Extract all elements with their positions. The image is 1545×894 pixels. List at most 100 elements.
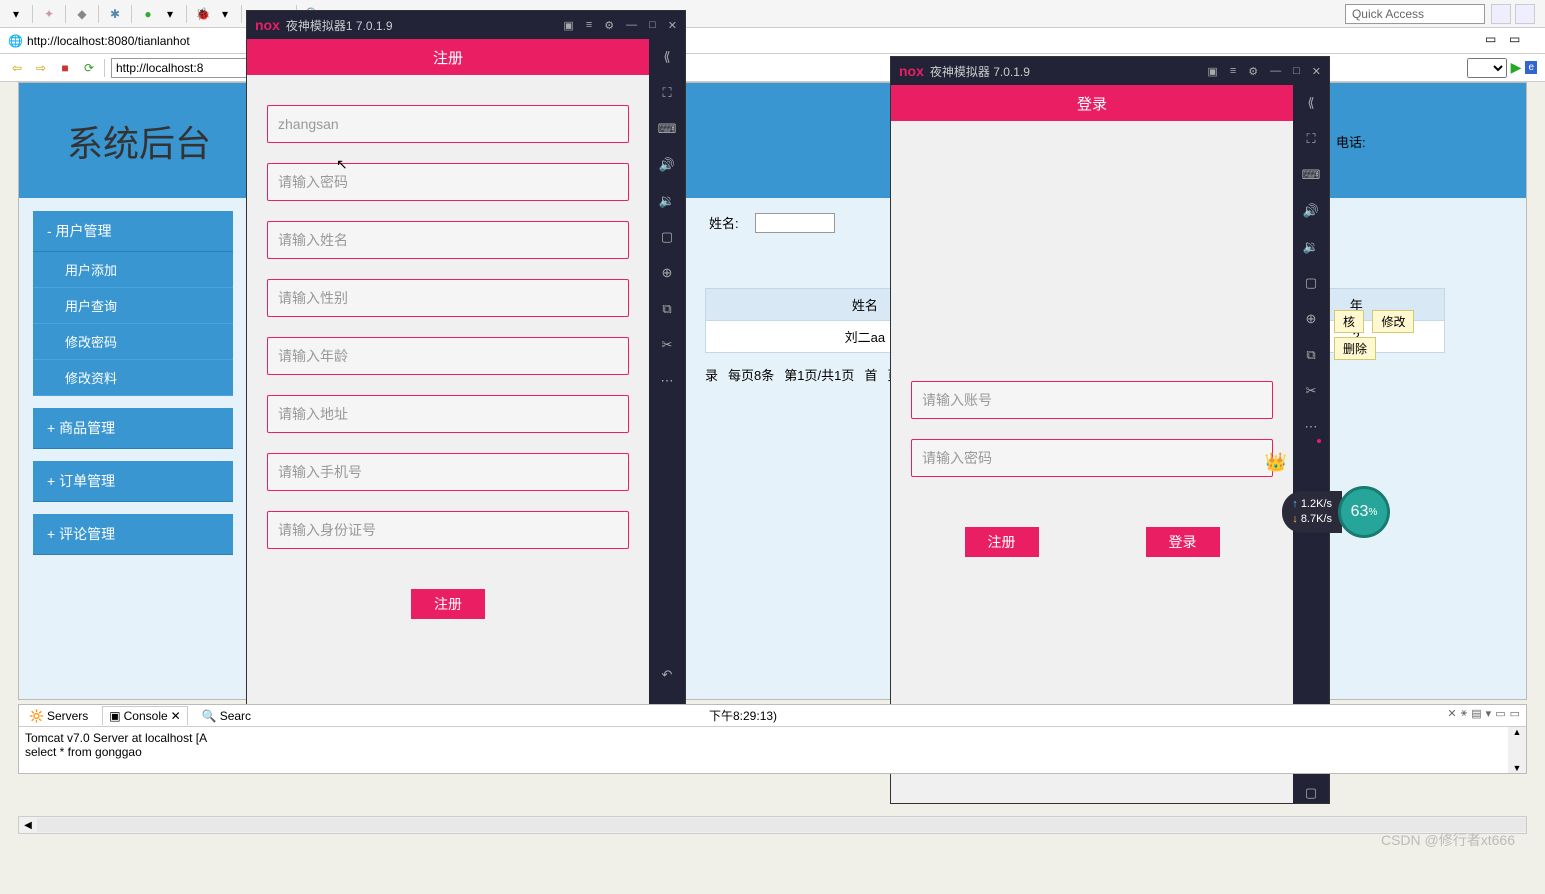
zoom-select[interactable]: [1467, 58, 1507, 78]
emu1-screen: 注册 注册: [247, 39, 649, 757]
more-icon[interactable]: ⋯: [1301, 417, 1321, 437]
console-min-icon[interactable]: ▭: [1495, 707, 1505, 720]
run-dropdown-icon[interactable]: ▾: [162, 6, 178, 22]
maximize-icon[interactable]: ▭: [1485, 32, 1503, 50]
debug-perspective-icon[interactable]: [1515, 4, 1535, 24]
save-icon[interactable]: ▾: [8, 6, 24, 22]
login-account-input[interactable]: [911, 381, 1273, 419]
sidebar-item-change-pwd[interactable]: 修改密码: [33, 324, 233, 360]
login-app-header: 登录: [891, 85, 1293, 121]
tablet-icon[interactable]: ▣: [563, 19, 573, 32]
multi-icon[interactable]: ⧉: [657, 299, 677, 319]
fullname-input[interactable]: [267, 221, 629, 259]
register-button[interactable]: 注册: [411, 589, 485, 619]
volume-up-icon[interactable]: 🔊: [657, 155, 677, 175]
go-icon[interactable]: ▶: [1511, 59, 1522, 76]
more-icon[interactable]: ⋯: [657, 371, 677, 391]
modify-button[interactable]: 修改: [1372, 310, 1414, 333]
audit-button[interactable]: 核: [1334, 310, 1364, 333]
keyboard-icon[interactable]: ⌨: [1301, 165, 1321, 185]
emu2-titlebar[interactable]: nox 夜神模拟器 7.0.1.9 ▣ ≡ ⚙ — □ ✕: [891, 57, 1329, 85]
sidebar-item-user-add[interactable]: 用户添加: [33, 252, 233, 288]
screenshot-icon[interactable]: ▢: [657, 227, 677, 247]
minimize-icon[interactable]: —: [1270, 65, 1281, 78]
wand-icon[interactable]: ✦: [41, 6, 57, 22]
scissors-icon[interactable]: ✂: [1301, 381, 1321, 401]
perspective-buttons[interactable]: [1491, 4, 1535, 24]
page-first[interactable]: 首: [864, 365, 877, 384]
login-password-input[interactable]: [911, 439, 1273, 477]
sidebar-item-comment-mgmt[interactable]: + 评论管理: [33, 514, 233, 555]
volume-down-icon[interactable]: 🔉: [1301, 237, 1321, 257]
debug-icon[interactable]: 🐞: [195, 6, 211, 22]
back-icon[interactable]: ↶: [657, 665, 677, 685]
password-input[interactable]: [267, 163, 629, 201]
age-input[interactable]: [267, 337, 629, 375]
phone-input[interactable]: [267, 453, 629, 491]
volume-down-icon[interactable]: 🔉: [657, 191, 677, 211]
star-icon[interactable]: ✱: [107, 6, 123, 22]
quick-access-input[interactable]: Quick Access: [1345, 4, 1485, 24]
console-scrollbar[interactable]: ▲▼: [1508, 727, 1526, 773]
menu-icon[interactable]: ≡: [1230, 65, 1236, 78]
sidebar-item-user-mgmt[interactable]: - 用户管理: [33, 211, 233, 252]
username-input[interactable]: [267, 105, 629, 143]
browser-tab[interactable]: 🌐 http://localhost:8080/tianlanhot: [0, 28, 1545, 54]
console-max-icon[interactable]: ▭: [1510, 707, 1520, 720]
fullscreen-icon[interactable]: ⛶: [657, 83, 677, 103]
add-icon[interactable]: ⊕: [1301, 309, 1321, 329]
sidebar-item-product-mgmt[interactable]: + 商品管理: [33, 408, 233, 449]
network-widget[interactable]: 1.2K/s 8.7K/s 63%: [1282, 486, 1390, 538]
console-pin-icon[interactable]: ⚹: [1461, 707, 1468, 720]
gear-icon[interactable]: ⚙: [1248, 65, 1258, 78]
scissors-icon[interactable]: ✂: [657, 335, 677, 355]
filter-name-input[interactable]: [755, 213, 835, 233]
minimize-icon[interactable]: —: [626, 19, 637, 32]
fullscreen-icon[interactable]: ⛶: [1301, 129, 1321, 149]
run-icon[interactable]: ●: [140, 6, 156, 22]
tab-servers[interactable]: 🔆 Servers: [23, 707, 94, 725]
debug-dropdown-icon[interactable]: ▾: [217, 6, 233, 22]
expand-icon[interactable]: ⟪: [1301, 93, 1321, 113]
recent-icon[interactable]: ▢: [1301, 783, 1321, 803]
console-dropdown-icon[interactable]: ▾: [1486, 707, 1492, 720]
forward-icon[interactable]: ⇨: [32, 59, 50, 77]
keyboard-icon[interactable]: ⌨: [657, 119, 677, 139]
screenshot-icon[interactable]: ▢: [1301, 273, 1321, 293]
expand-icon[interactable]: ⟪: [657, 47, 677, 67]
gender-input[interactable]: [267, 279, 629, 317]
gear-icon[interactable]: ⚙: [604, 19, 614, 32]
tablet-icon[interactable]: ▣: [1207, 65, 1217, 78]
minimize-icon[interactable]: ▭: [1509, 32, 1527, 50]
page-title: 系统后台: [67, 115, 211, 167]
add-icon[interactable]: ⊕: [657, 263, 677, 283]
maximize-icon[interactable]: □: [649, 19, 656, 32]
tab-search[interactable]: 🔍 Searc: [196, 707, 257, 725]
delete-button[interactable]: 删除: [1334, 337, 1376, 360]
multi-icon[interactable]: ⧉: [1301, 345, 1321, 365]
login-button[interactable]: 登录: [1146, 527, 1220, 557]
idcard-input[interactable]: [267, 511, 629, 549]
settings-icon[interactable]: ◆: [74, 6, 90, 22]
stop-icon[interactable]: ■: [56, 59, 74, 77]
ie-icon[interactable]: e: [1525, 61, 1537, 74]
maximize-icon[interactable]: □: [1293, 65, 1300, 78]
emu1-titlebar[interactable]: nox 夜神模拟器1 7.0.1.9 ▣ ≡ ⚙ — □ ✕: [247, 11, 685, 39]
volume-up-icon[interactable]: 🔊: [1301, 201, 1321, 221]
address-input[interactable]: [267, 395, 629, 433]
sidebar-item-order-mgmt[interactable]: + 订单管理: [33, 461, 233, 502]
java-perspective-icon[interactable]: [1491, 4, 1511, 24]
sidebar-item-user-query[interactable]: 用户查询: [33, 288, 233, 324]
close-icon[interactable]: ✕: [1312, 65, 1321, 78]
scroll-left-icon[interactable]: ◀: [19, 820, 37, 831]
close-icon[interactable]: ✕: [668, 19, 677, 32]
menu-icon[interactable]: ≡: [586, 19, 592, 32]
console-scroll-icon[interactable]: ▤: [1471, 707, 1481, 720]
back-icon[interactable]: ⇦: [8, 59, 26, 77]
sidebar-item-change-profile[interactable]: 修改资料: [33, 360, 233, 396]
tab-console[interactable]: ▣ Console ✕: [102, 706, 187, 725]
login-register-button[interactable]: 注册: [965, 527, 1039, 557]
horizontal-scrollbar[interactable]: ◀: [18, 816, 1527, 834]
refresh-icon[interactable]: ⟳: [80, 59, 98, 77]
console-clear-icon[interactable]: ✕: [1447, 707, 1456, 720]
